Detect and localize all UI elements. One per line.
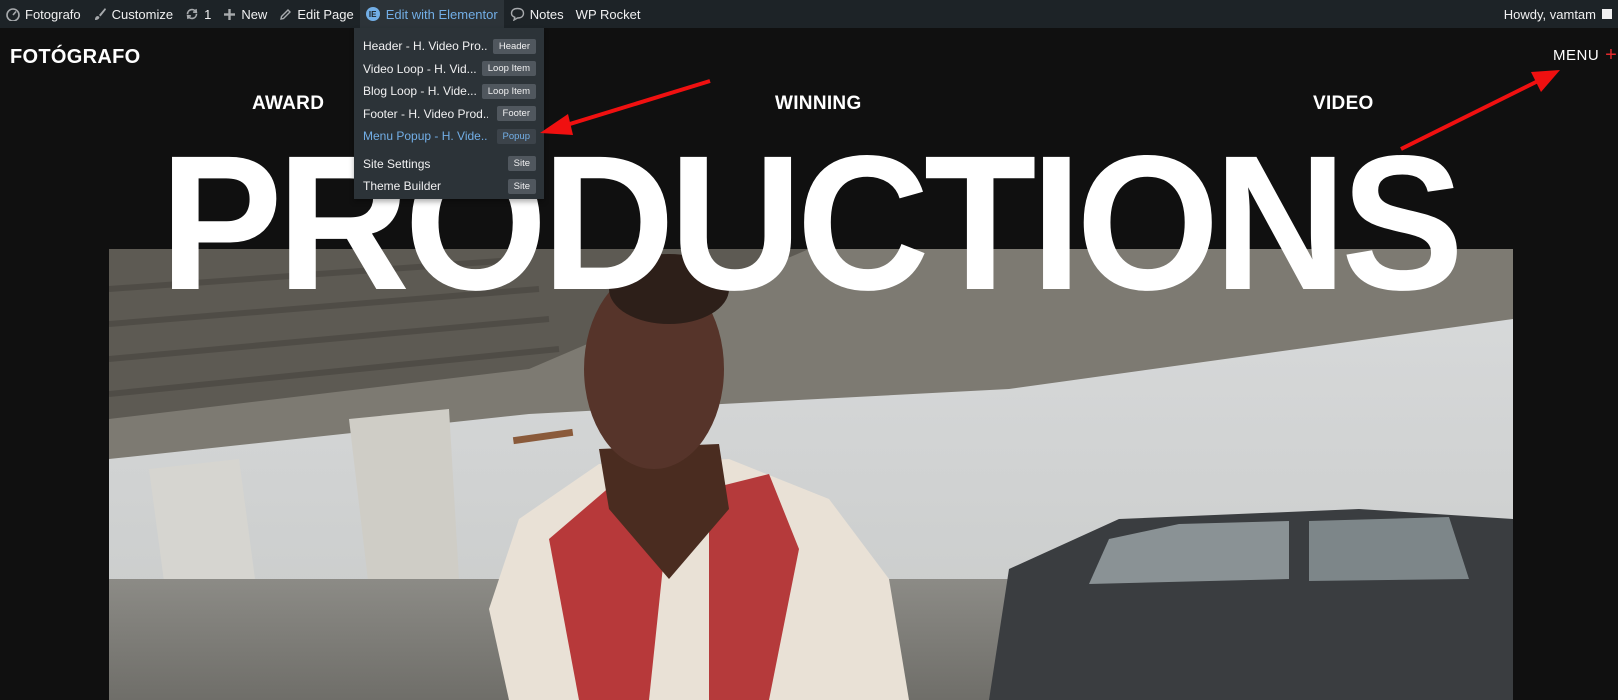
dropdown-item-label: Theme Builder bbox=[363, 179, 442, 194]
dropdown-item-label: Menu Popup - H. Vide... bbox=[363, 129, 488, 144]
dropdown-item-tag: Loop Item bbox=[481, 83, 536, 99]
plus-icon bbox=[224, 8, 236, 20]
menu-label: MENU bbox=[1553, 47, 1600, 64]
dropdown-item-header[interactable]: Header - H. Video Pro... Header bbox=[354, 35, 544, 58]
wp-rocket-link[interactable]: WP Rocket bbox=[570, 0, 647, 28]
dropdown-item-tag: Popup bbox=[496, 128, 536, 144]
updates-link[interactable]: 1 bbox=[179, 0, 217, 28]
headline-word-award: AWARD bbox=[252, 93, 325, 114]
dropdown-item-tag: Loop Item bbox=[481, 61, 536, 77]
dropdown-item-tag: Site bbox=[507, 178, 536, 194]
dropdown-item-label: Footer - H. Video Prod... bbox=[363, 106, 488, 121]
edit-with-elementor-link[interactable]: IE Edit with Elementor bbox=[359, 0, 504, 28]
edit-page-label: Edit Page bbox=[297, 6, 354, 22]
edit-page-link[interactable]: Edit Page bbox=[273, 0, 359, 28]
speech-bubble-icon bbox=[510, 7, 524, 21]
dropdown-item-footer[interactable]: Footer - H. Video Prod... Footer bbox=[354, 103, 544, 126]
new-content-link[interactable]: New bbox=[217, 0, 273, 28]
dropdown-item-tag: Site bbox=[507, 156, 536, 172]
notes-label: Notes bbox=[529, 6, 564, 22]
elementor-icon: IE bbox=[365, 7, 380, 21]
customize-link[interactable]: Customize bbox=[87, 0, 179, 28]
new-label: New bbox=[241, 6, 268, 22]
dropdown-item-site-settings[interactable]: Site Settings Site bbox=[354, 153, 544, 176]
dashboard-icon bbox=[6, 8, 20, 21]
brush-icon bbox=[94, 8, 106, 20]
refresh-icon bbox=[186, 8, 198, 20]
elementor-templates-dropdown: Header - H. Video Pro... Header Video Lo… bbox=[354, 28, 544, 199]
headline-word-video: VIDEO bbox=[1313, 93, 1374, 114]
dropdown-item-tag: Footer bbox=[496, 106, 536, 122]
avatar bbox=[1602, 9, 1612, 19]
customize-label: Customize bbox=[111, 6, 174, 22]
dropdown-item-label: Video Loop - H. Vid... bbox=[363, 61, 477, 76]
my-account-link[interactable]: Howdy, vamtam bbox=[1498, 0, 1618, 28]
site-name-link[interactable]: Fotografo bbox=[0, 0, 87, 28]
dropdown-item-label: Site Settings bbox=[363, 156, 431, 171]
admin-bar: Fotografo Customize 1 New Edit Page IE E… bbox=[0, 0, 1618, 28]
hero-title: PRODUCTIONS bbox=[159, 115, 1464, 330]
headline-word-winning: WINNING bbox=[775, 93, 862, 114]
plus-icon: + bbox=[1605, 44, 1618, 66]
dropdown-item-menu-popup[interactable]: Menu Popup - H. Vide... Popup bbox=[354, 125, 544, 148]
edit-with-elementor-label: Edit with Elementor bbox=[385, 6, 498, 22]
howdy-label: Howdy, vamtam bbox=[1503, 6, 1596, 22]
site-logo[interactable]: FOTÓGRAFO bbox=[10, 46, 140, 69]
dropdown-item-blog-loop[interactable]: Blog Loop - H. Vide... Loop Item bbox=[354, 80, 544, 103]
notes-link[interactable]: Notes bbox=[504, 0, 570, 28]
dropdown-item-theme-builder[interactable]: Theme Builder Site bbox=[354, 175, 544, 198]
menu-toggle-button[interactable]: MENU + bbox=[1553, 44, 1618, 66]
site-name-label: Fotografo bbox=[25, 6, 81, 22]
pencil-icon bbox=[280, 8, 292, 20]
wp-rocket-label: WP Rocket bbox=[575, 6, 641, 22]
dropdown-item-tag: Header bbox=[492, 38, 536, 54]
updates-count: 1 bbox=[204, 6, 212, 22]
dropdown-item-label: Blog Loop - H. Vide... bbox=[363, 84, 477, 99]
dropdown-item-video-loop[interactable]: Video Loop - H. Vid... Loop Item bbox=[354, 58, 544, 81]
dropdown-item-label: Header - H. Video Pro... bbox=[363, 39, 488, 54]
